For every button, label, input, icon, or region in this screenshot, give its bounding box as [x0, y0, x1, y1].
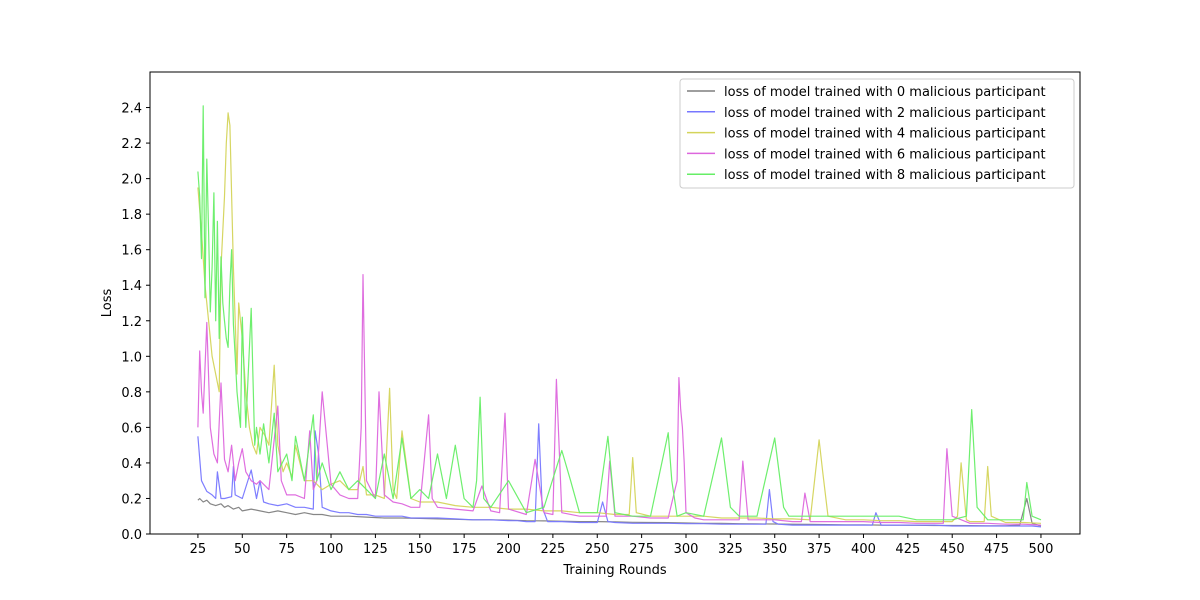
x-tick-label: 500: [1029, 542, 1054, 557]
x-tick-label: 350: [762, 542, 787, 557]
x-tick-label: 375: [807, 542, 832, 557]
x-tick-label: 75: [278, 542, 295, 557]
y-tick-label: 1.2: [121, 315, 142, 330]
legend-label: loss of model trained with 0 malicious p…: [724, 85, 1046, 100]
y-tick-label: 0.4: [121, 457, 142, 472]
x-tick-label: 400: [851, 542, 876, 557]
legend: loss of model trained with 0 malicious p…: [679, 78, 1075, 189]
legend-label: loss of model trained with 6 malicious p…: [724, 147, 1046, 162]
y-tick-label: 2.4: [121, 102, 142, 117]
x-tick-label: 475: [984, 542, 1009, 557]
x-tick-label: 225: [540, 542, 565, 557]
x-tick-label: 100: [319, 542, 344, 557]
x-tick-label: 150: [407, 542, 432, 557]
y-tick-label: 1.4: [121, 279, 142, 294]
y-tick-label: 0.8: [121, 386, 142, 401]
y-tick-label: 0.2: [121, 492, 142, 507]
y-tick-label: 1.8: [121, 208, 142, 223]
legend-label: loss of model trained with 8 malicious p…: [724, 168, 1046, 183]
x-tick-label: 200: [496, 542, 521, 557]
x-tick-label: 425: [895, 542, 920, 557]
x-tick-label: 275: [629, 542, 654, 557]
x-tick-label: 25: [190, 542, 207, 557]
x-axis-label: Training Rounds: [562, 563, 667, 578]
x-tick-label: 250: [585, 542, 610, 557]
loss-line-chart: 25 50 75 100 125 150 175 200 225 250 275 300 325 350 3…: [0, 0, 1200, 600]
y-tick-label: 0.6: [121, 421, 142, 436]
legend-label: loss of model trained with 2 malicious p…: [724, 106, 1046, 121]
y-tick-label: 1.6: [121, 244, 142, 259]
x-tick-label: 175: [452, 542, 477, 557]
y-tick-label: 0.0: [121, 528, 142, 543]
x-tick-label: 300: [674, 542, 699, 557]
legend-label: loss of model trained with 4 malicious p…: [724, 127, 1046, 142]
y-axis-label: Loss: [100, 289, 115, 318]
x-tick-label: 50: [234, 542, 251, 557]
x-tick-label: 125: [363, 542, 388, 557]
y-tick-label: 2.2: [121, 137, 142, 152]
y-tick-label: 2.0: [121, 173, 142, 188]
y-tick-label: 1.0: [121, 350, 142, 365]
x-tick-label: 450: [940, 542, 965, 557]
x-tick-label: 325: [718, 542, 743, 557]
